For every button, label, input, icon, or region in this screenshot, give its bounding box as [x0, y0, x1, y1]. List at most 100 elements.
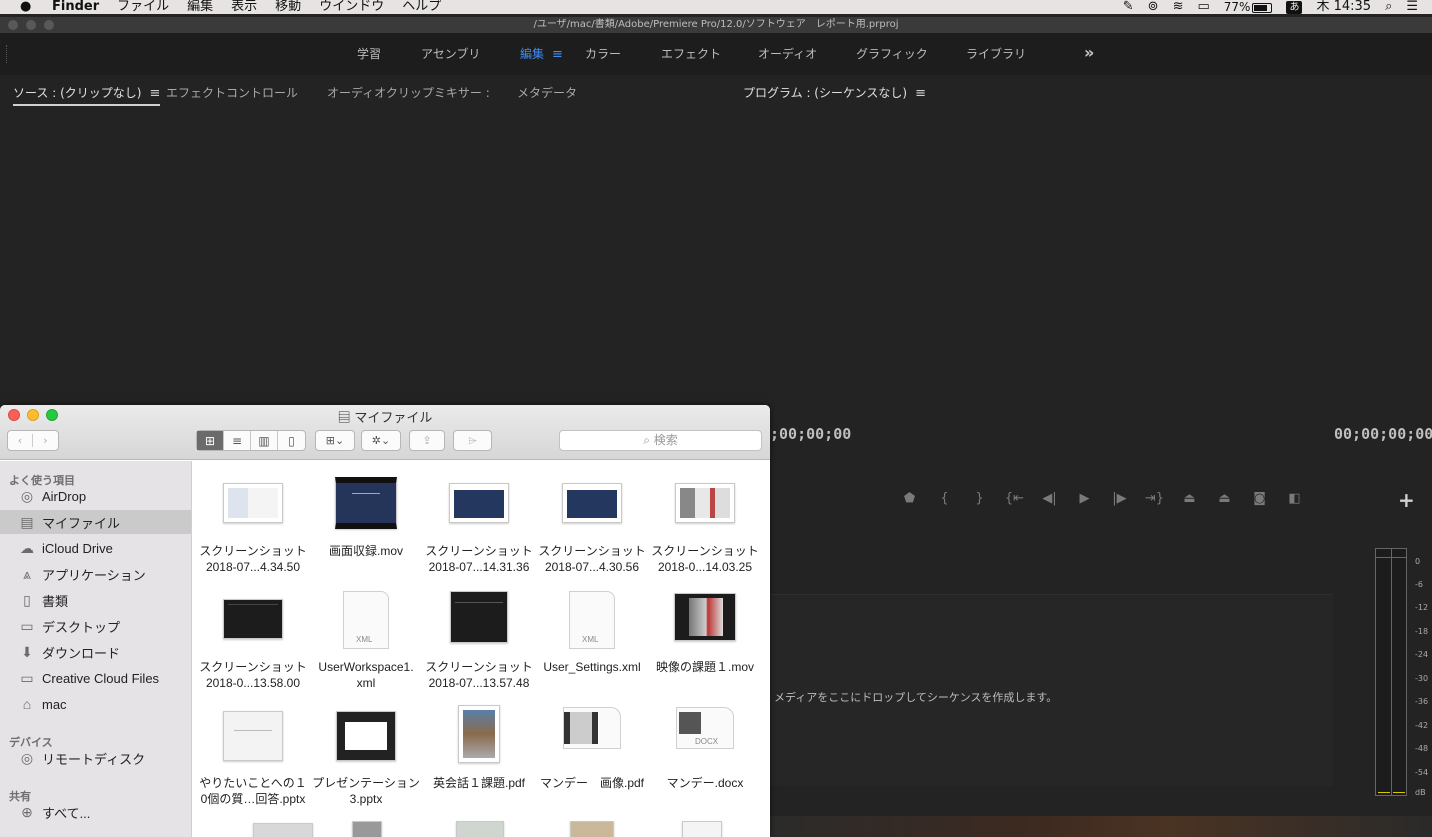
file-item[interactable]: マンデー 画像.pdf: [534, 701, 650, 811]
more-workspaces-icon[interactable]: »: [1084, 33, 1094, 75]
workspace-editing[interactable]: 編集 ≡: [520, 33, 563, 75]
battery-percent: 77%: [1223, 0, 1251, 14]
minimize-button[interactable]: [26, 20, 36, 30]
workspace-graphics[interactable]: グラフィック: [856, 33, 928, 75]
menu-app-finder[interactable]: Finder: [52, 0, 99, 14]
menu-go[interactable]: 移動: [275, 0, 301, 14]
panel-menu-icon[interactable]: ≡: [149, 86, 160, 101]
column-view-icon[interactable]: ▥: [251, 431, 278, 450]
airplay-icon[interactable]: ▭: [1197, 0, 1209, 14]
cover-flow-icon[interactable]: ▯: [278, 431, 305, 450]
sidebar-item-documents[interactable]: ▯ 書類: [0, 588, 191, 612]
add-marker-icon[interactable]: ⬟: [892, 491, 927, 506]
tab-source[interactable]: ソース : (クリップなし) ≡: [13, 84, 161, 106]
menu-window[interactable]: ウインドウ: [319, 0, 384, 14]
go-to-in-icon[interactable]: {⇤: [997, 491, 1032, 506]
workspace-audio[interactable]: オーディオ: [758, 33, 817, 75]
source-monitor-panel: ソース : (クリップなし) ≡ エフェクトコントロール オーディオクリップミキサ…: [0, 78, 727, 408]
tab-audio-clip-mixer[interactable]: オーディオクリップミキサー :: [327, 84, 490, 101]
sidebar-item-downloads[interactable]: ⬇ ダウンロード: [0, 640, 191, 664]
notification-center-icon[interactable]: ☰: [1406, 0, 1418, 14]
search-input[interactable]: ⌕ 検索: [559, 430, 762, 451]
clock[interactable]: 木 14:35: [1316, 0, 1371, 14]
menu-edit[interactable]: 編集: [187, 0, 213, 14]
file-item[interactable]: スクリーンショット 2018-0...13.58.00: [195, 585, 311, 695]
tab-metadata[interactable]: メタデータ: [517, 84, 577, 101]
back-icon[interactable]: ‹: [8, 434, 34, 447]
file-item[interactable]: スクリーンショット 2018-07...14.31.36: [421, 469, 537, 579]
extract-icon[interactable]: ⏏: [1207, 491, 1242, 506]
step-back-icon[interactable]: ◀|: [1032, 491, 1067, 506]
input-method-icon[interactable]: あ: [1286, 0, 1303, 14]
search-icon: ⌕: [643, 433, 650, 447]
file-thumbnail[interactable]: [682, 821, 722, 837]
zoom-button[interactable]: [44, 20, 54, 30]
go-to-out-icon[interactable]: ⇥}: [1137, 491, 1172, 506]
wifi-icon[interactable]: ≋: [1173, 0, 1184, 14]
sidebar-item-applications[interactable]: ⩓ アプリケーション: [0, 562, 191, 586]
workspace-learn[interactable]: 学習: [357, 33, 381, 75]
workspace-assembly[interactable]: アセンブリ: [421, 33, 480, 75]
file-item[interactable]: プレゼンテーション 3.pptx: [308, 701, 424, 811]
file-item[interactable]: やりたいことへの１ 0個の質…回答.pptx: [195, 701, 311, 811]
sidebar-item-desktop[interactable]: ▭ デスクトップ: [0, 614, 191, 638]
file-thumbnail[interactable]: [570, 821, 614, 837]
close-button[interactable]: [8, 20, 18, 30]
file-item[interactable]: スクリーンショット 2018-07...13.57.48: [421, 585, 537, 695]
list-view-icon[interactable]: ≡: [224, 431, 251, 450]
workspace-libraries[interactable]: ライブラリ: [966, 33, 1026, 75]
panel-menu-icon[interactable]: ≡: [915, 86, 926, 101]
sidebar-item-icloud-drive[interactable]: ☁ iCloud Drive: [0, 536, 191, 560]
file-item[interactable]: DOCX マンデー.docx: [647, 701, 763, 811]
sidebar-item-all-my-files[interactable]: ▤ マイファイル: [0, 510, 191, 534]
tab-effect-controls[interactable]: エフェクトコントロール: [166, 84, 298, 101]
lift-icon[interactable]: ⏏: [1172, 491, 1207, 506]
file-item[interactable]: 画面収録.mov: [308, 469, 424, 579]
program-timecode-current[interactable]: ;00;00;00: [770, 425, 851, 443]
file-thumbnail[interactable]: [456, 821, 504, 837]
sidebar-item-remote-disc[interactable]: ◎ リモートディスク: [0, 746, 191, 770]
mark-out-icon[interactable]: }: [962, 491, 997, 506]
group-by-button[interactable]: ⊞⌄: [315, 430, 355, 451]
battery-status[interactable]: 77%: [1224, 0, 1273, 14]
sidebar-item-all-shared[interactable]: ⊕ すべて...: [0, 800, 191, 824]
file-item[interactable]: XML UserWorkspace1. xml: [308, 585, 424, 695]
workspace-menu-icon[interactable]: ≡: [552, 47, 563, 62]
forward-icon[interactable]: ›: [33, 434, 58, 447]
file-item[interactable]: 英会話１課題.pdf: [421, 701, 537, 811]
sidebar-item-creative-cloud-files[interactable]: ▭ Creative Cloud Files: [0, 666, 191, 690]
file-item[interactable]: スクリーンショット 2018-0...14.03.25: [647, 469, 763, 579]
play-icon[interactable]: ▶: [1067, 491, 1102, 506]
pen-status-icon[interactable]: ✎: [1123, 0, 1134, 14]
share-button[interactable]: ⇪: [409, 430, 445, 451]
meter-label: dB: [1415, 788, 1426, 797]
file-item[interactable]: スクリーンショット 2018-07...4.30.56: [534, 469, 650, 579]
file-item[interactable]: XML User_Settings.xml: [534, 585, 650, 695]
tab-program[interactable]: プログラム : (シーケンスなし) ≡: [743, 84, 926, 104]
action-button[interactable]: ✲⌄: [361, 430, 401, 451]
file-thumbnail[interactable]: [253, 823, 313, 837]
sidebar-item-home[interactable]: ⌂ mac: [0, 692, 191, 716]
tags-button[interactable]: ⌲: [453, 430, 492, 451]
workspace-effects[interactable]: エフェクト: [661, 33, 721, 75]
menu-help[interactable]: ヘルプ: [402, 0, 441, 14]
export-frame-icon[interactable]: ◙: [1242, 491, 1277, 506]
file-item[interactable]: 映像の課題１.mov: [647, 585, 763, 695]
icon-view-icon[interactable]: ⊞: [197, 431, 224, 450]
apple-menu-icon[interactable]: ●: [20, 0, 36, 14]
mark-in-icon[interactable]: {: [927, 491, 962, 506]
workspace-color[interactable]: カラー: [585, 33, 621, 75]
step-forward-icon[interactable]: |▶: [1102, 491, 1137, 506]
creative-cloud-icon[interactable]: ⊚: [1148, 0, 1159, 14]
sidebar-item-airdrop[interactable]: ◎ AirDrop: [0, 484, 191, 508]
menu-view[interactable]: 表示: [231, 0, 257, 14]
file-name: スクリーンショット 2018-07...4.30.56: [538, 544, 646, 574]
button-editor-add-icon[interactable]: +: [1398, 488, 1415, 512]
comparison-view-icon[interactable]: ◧: [1277, 491, 1312, 506]
file-name: スクリーンショット 2018-0...14.03.25: [651, 544, 759, 574]
grip-handle[interactable]: [6, 45, 10, 63]
file-thumbnail[interactable]: [352, 821, 382, 837]
file-item[interactable]: スクリーンショット 2018-07...4.34.50: [195, 469, 311, 579]
menu-file[interactable]: ファイル: [117, 0, 169, 14]
spotlight-search-icon[interactable]: ⌕: [1385, 0, 1392, 14]
